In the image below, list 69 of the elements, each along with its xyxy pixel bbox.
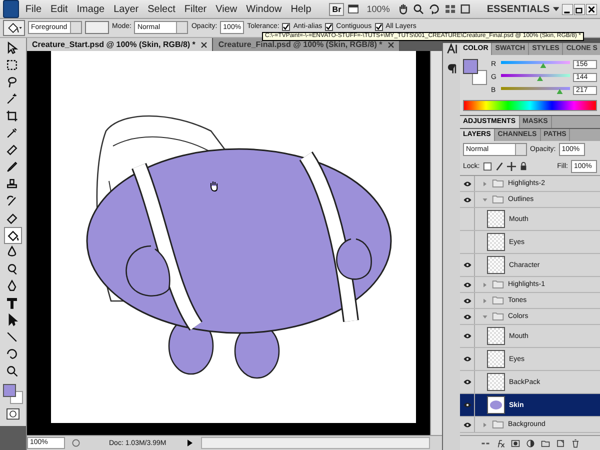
checkbox[interactable] <box>282 23 290 31</box>
close-icon[interactable] <box>201 42 208 48</box>
menu-item[interactable]: Image <box>74 4 108 14</box>
move-icon[interactable] <box>506 162 516 171</box>
vertical-scrollbar[interactable] <box>430 51 442 435</box>
layer-thumbnail <box>487 233 505 251</box>
menu-item[interactable]: View <box>212 4 240 14</box>
app-logo-icon <box>3 0 20 18</box>
slider-thumb[interactable] <box>540 63 546 68</box>
folder-icon <box>492 420 504 429</box>
hand-icon[interactable] <box>396 2 410 16</box>
menu-item[interactable]: Filter <box>181 4 210 14</box>
color-spectrum[interactable] <box>463 100 597 111</box>
checkbox[interactable] <box>374 23 383 31</box>
lock-icon[interactable] <box>518 162 528 171</box>
paint-bucket-icon[interactable] <box>4 227 22 244</box>
color-swatches[interactable] <box>463 59 487 85</box>
folder-icon <box>492 312 504 321</box>
effects-icon[interactable] <box>496 438 504 448</box>
slider-thumb[interactable] <box>536 76 543 81</box>
mask-icon[interactable] <box>510 438 520 448</box>
trash-icon[interactable] <box>570 438 580 448</box>
status-icon[interactable] <box>71 438 81 448</box>
restore-icon[interactable] <box>574 4 585 14</box>
paragraph-icon[interactable] <box>446 63 458 75</box>
layer-thumbnail <box>487 210 505 228</box>
zoom-icon[interactable] <box>412 2 426 16</box>
folder-icon <box>492 280 504 289</box>
menu-item[interactable]: Layer <box>110 4 142 14</box>
layer-thumbnail <box>487 396 505 414</box>
menu-item[interactable]: Window <box>243 4 285 14</box>
slider-thumb[interactable] <box>556 89 563 94</box>
zoom-level[interactable]: 100% <box>362 4 394 14</box>
screen-mode-icon[interactable] <box>459 2 472 16</box>
quick-mask-icon[interactable] <box>6 408 20 420</box>
folder-icon <box>492 179 504 188</box>
pattern-picker[interactable] <box>85 21 109 34</box>
rotate-icon[interactable] <box>428 2 441 16</box>
hand-cursor-icon <box>208 180 220 192</box>
horizontal-scrollbar[interactable] <box>201 437 430 449</box>
checkbox[interactable] <box>325 23 334 31</box>
layer-thumbnail <box>487 350 505 368</box>
menu-item[interactable]: Help <box>288 4 314 14</box>
document-tab[interactable]: Creature_Start.psd @ 100% (Skin, RGB/8) * <box>27 38 214 51</box>
new-layer-icon[interactable] <box>556 438 564 448</box>
caret-icon[interactable] <box>552 6 559 12</box>
layer-thumbnail <box>487 327 505 345</box>
folder-icon[interactable] <box>540 438 550 448</box>
minimize-icon[interactable] <box>562 4 573 14</box>
bridge-button[interactable]: Br <box>329 2 344 16</box>
brush-icon[interactable] <box>494 162 504 171</box>
arrange-icon[interactable] <box>444 2 456 16</box>
lock-transparency-icon[interactable] <box>482 162 492 171</box>
layout-icon[interactable] <box>347 2 360 16</box>
adjustment-icon[interactable] <box>526 438 534 448</box>
menu-item[interactable]: Select <box>144 4 178 14</box>
character-panel-icon[interactable] <box>446 43 458 55</box>
menu-item[interactable]: File <box>22 4 45 14</box>
workspace-menu[interactable]: ESSENTIALS <box>486 4 550 14</box>
toolbox-background <box>0 426 26 450</box>
play-icon[interactable] <box>185 438 195 448</box>
paint-bucket-icon[interactable] <box>3 20 25 36</box>
color-swatches[interactable] <box>3 384 23 404</box>
layer-thumbnail <box>487 256 505 274</box>
layer-thumbnail <box>487 373 505 391</box>
folder-icon <box>492 296 504 305</box>
menu-item[interactable]: Edit <box>48 4 71 14</box>
folder-icon <box>492 195 504 204</box>
close-icon[interactable] <box>586 4 597 14</box>
